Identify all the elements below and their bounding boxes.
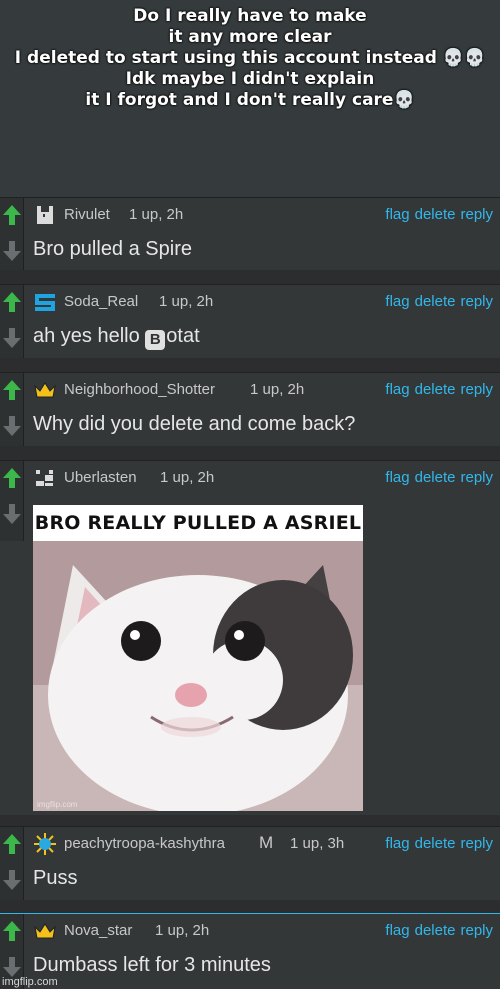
meme-watermark: imgflip.com (37, 800, 78, 809)
reply-link[interactable]: reply (460, 206, 493, 223)
delete-link[interactable]: delete (415, 293, 456, 310)
comment-username[interactable]: peachytroopa-kashythra (64, 835, 225, 852)
crown-icon[interactable] (33, 920, 57, 942)
b-button-emoji-icon: B (145, 330, 166, 350)
crown-icon[interactable] (33, 379, 57, 401)
comment-text: ah yes hello Botat (33, 325, 200, 350)
reply-link[interactable]: reply (460, 381, 493, 398)
meme-caption-area: Do I really have to make it any more cle… (0, 0, 500, 197)
flag-link[interactable]: flag (385, 922, 409, 939)
delete-link[interactable]: delete (415, 469, 456, 486)
moderator-badge: M (259, 833, 274, 852)
comment-actions: flag delete reply (380, 206, 493, 223)
comment: Nova_star 1 up, 2h flag delete reply Dumba… (0, 913, 500, 989)
upvote-arrow-icon[interactable] (2, 379, 22, 401)
smiling-cat-illustration (33, 505, 363, 811)
caption-line: I deleted to start using this account in… (14, 48, 486, 68)
comment-text: Bro pulled a Spire (33, 238, 192, 260)
comment: Rivulet 1 up, 2h flag delete reply Bro pul… (0, 197, 500, 270)
comment-text: Puss (33, 867, 78, 889)
downvote-arrow-icon[interactable] (2, 327, 22, 349)
sun-icon[interactable] (33, 833, 57, 855)
downvote-arrow-icon[interactable] (2, 503, 22, 525)
reply-link[interactable]: reply (460, 293, 493, 310)
comment-text: Dumbass left for 3 minutes (33, 954, 271, 976)
comment-meta: 1 up, 2h (155, 922, 210, 939)
flag-link[interactable]: flag (385, 469, 409, 486)
caption-line: Do I really have to make (133, 6, 367, 26)
comment: Neighborhood_Shotter 1 up, 2h flag delete… (0, 372, 500, 446)
upvote-arrow-icon[interactable] (2, 204, 22, 226)
comment: Soda_Real 1 up, 2h flag delete reply ah ye… (0, 284, 500, 358)
delete-link[interactable]: delete (415, 206, 456, 223)
comment-username[interactable]: Rivulet (64, 206, 110, 223)
comment-text: Why did you delete and come back? (33, 413, 356, 435)
downvote-arrow-icon[interactable] (2, 240, 22, 262)
pixel-creature-icon[interactable] (33, 204, 57, 226)
comment-meta: 1 up, 2h (159, 293, 214, 310)
delete-link[interactable]: delete (415, 381, 456, 398)
comment: Uberlasten 1 up, 2h flag delete reply BRO … (0, 460, 500, 815)
site-watermark: imgflip.com (2, 976, 58, 988)
comment-actions: flag delete reply (380, 922, 493, 939)
caption-line: it I forgot and I don't really care💀 (85, 90, 415, 110)
vote-column (0, 827, 24, 900)
downvote-arrow-icon[interactable] (2, 869, 22, 891)
delete-link[interactable]: delete (415, 922, 456, 939)
meme-caption: BRO REALLY PULLED A ASRIEL (33, 505, 363, 541)
upvote-arrow-icon[interactable] (2, 467, 22, 489)
vote-column (0, 373, 24, 446)
blue-logo-icon[interactable] (33, 291, 57, 313)
meme-image[interactable]: BRO REALLY PULLED A ASRIEL imgflip.com (33, 505, 363, 811)
reply-link[interactable]: reply (460, 469, 493, 486)
comment-meta: 1 up, 2h (250, 381, 305, 398)
flag-link[interactable]: flag (385, 206, 409, 223)
caption-line: it any more clear (168, 27, 332, 47)
upvote-arrow-icon[interactable] (2, 920, 22, 942)
upvote-arrow-icon[interactable] (2, 291, 22, 313)
flag-link[interactable]: flag (385, 381, 409, 398)
delete-link[interactable]: delete (415, 835, 456, 852)
comment-username[interactable]: Nova_star (64, 922, 132, 939)
caption-line: Idk maybe I didn't explain (125, 69, 375, 89)
comment-username[interactable]: Uberlasten (64, 469, 137, 486)
vote-column (0, 285, 24, 358)
comment-actions: flag delete reply (380, 835, 493, 852)
comment-actions: flag delete reply (380, 469, 493, 486)
comment-actions: flag delete reply (380, 381, 493, 398)
flag-link[interactable]: flag (385, 293, 409, 310)
flag-link[interactable]: flag (385, 835, 409, 852)
comment-meta: 1 up, 2h (129, 206, 184, 223)
vote-column (0, 198, 24, 270)
reply-link[interactable]: reply (460, 922, 493, 939)
vote-column (0, 461, 24, 541)
comment-text-prefix: ah yes hello (33, 325, 146, 347)
comment: peachytroopa-kashythra M 1 up, 3h flag de… (0, 826, 500, 900)
downvote-arrow-icon[interactable] (2, 415, 22, 437)
comment-username[interactable]: Soda_Real (64, 293, 138, 310)
comment-actions: flag delete reply (380, 293, 493, 310)
comment-meta: 1 up, 2h (160, 469, 215, 486)
reply-link[interactable]: reply (460, 835, 493, 852)
comment-text-suffix: otat (166, 325, 200, 347)
comment-username[interactable]: Neighborhood_Shotter (64, 381, 215, 398)
comment-meta: 1 up, 3h (290, 835, 345, 852)
pixel-face-icon[interactable] (33, 467, 57, 489)
downvote-arrow-icon[interactable] (2, 956, 22, 978)
upvote-arrow-icon[interactable] (2, 833, 22, 855)
